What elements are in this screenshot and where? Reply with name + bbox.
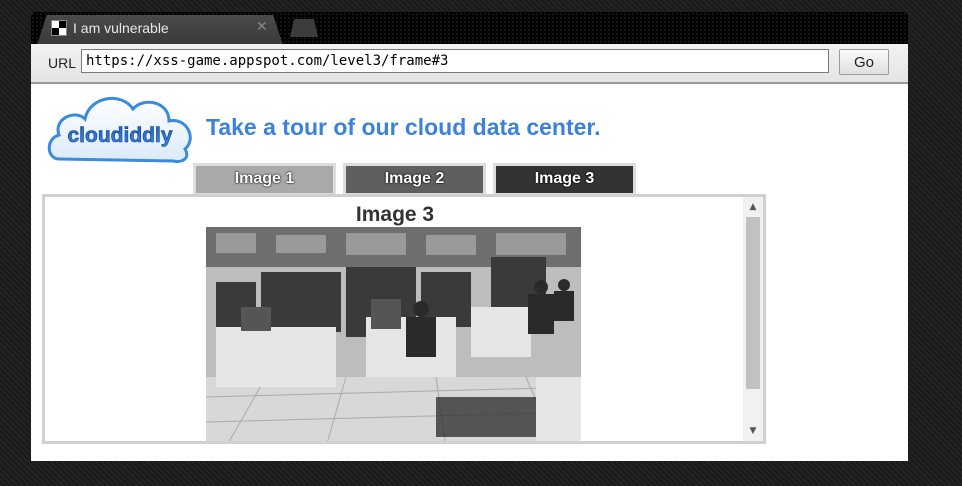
scrollbar-thumb[interactable] <box>746 217 760 389</box>
go-button[interactable]: Go <box>839 49 889 75</box>
tab-title: I am vulnerable <box>73 20 169 36</box>
scroll-up-icon[interactable]: ▲ <box>743 199 763 215</box>
page-title: Take a tour of our cloud data center. <box>206 114 601 140</box>
tab-image-2[interactable]: Image 2 <box>343 163 486 196</box>
address-toolbar: URL Go <box>31 44 908 84</box>
tab-image-1[interactable]: Image 1 <box>193 163 336 196</box>
tab-favicon-icon <box>51 20 67 36</box>
data-center-photo <box>206 227 581 441</box>
tab-strip: I am vulnerable ✕ <box>31 12 908 44</box>
image-title: Image 3 <box>355 203 435 226</box>
logo-text: cloudiddly <box>68 124 173 147</box>
page-content: cloudiddly Take a tour of our cloud data… <box>31 84 908 461</box>
url-label: URL <box>48 55 77 71</box>
scroll-down-icon[interactable]: ▼ <box>743 423 763 439</box>
scrollbar[interactable]: ▲ ▼ <box>743 197 763 441</box>
close-icon[interactable]: ✕ <box>256 19 268 35</box>
browser-window: I am vulnerable ✕ URL Go cloudiddly Take… <box>31 12 908 461</box>
new-tab-button[interactable] <box>290 19 318 37</box>
cloudiddly-logo: cloudiddly <box>47 97 192 163</box>
tab-image-3[interactable]: Image 3 <box>493 163 636 196</box>
image-frame: Image 3 ▲ ▼ <box>42 194 766 444</box>
url-input[interactable] <box>81 49 829 73</box>
